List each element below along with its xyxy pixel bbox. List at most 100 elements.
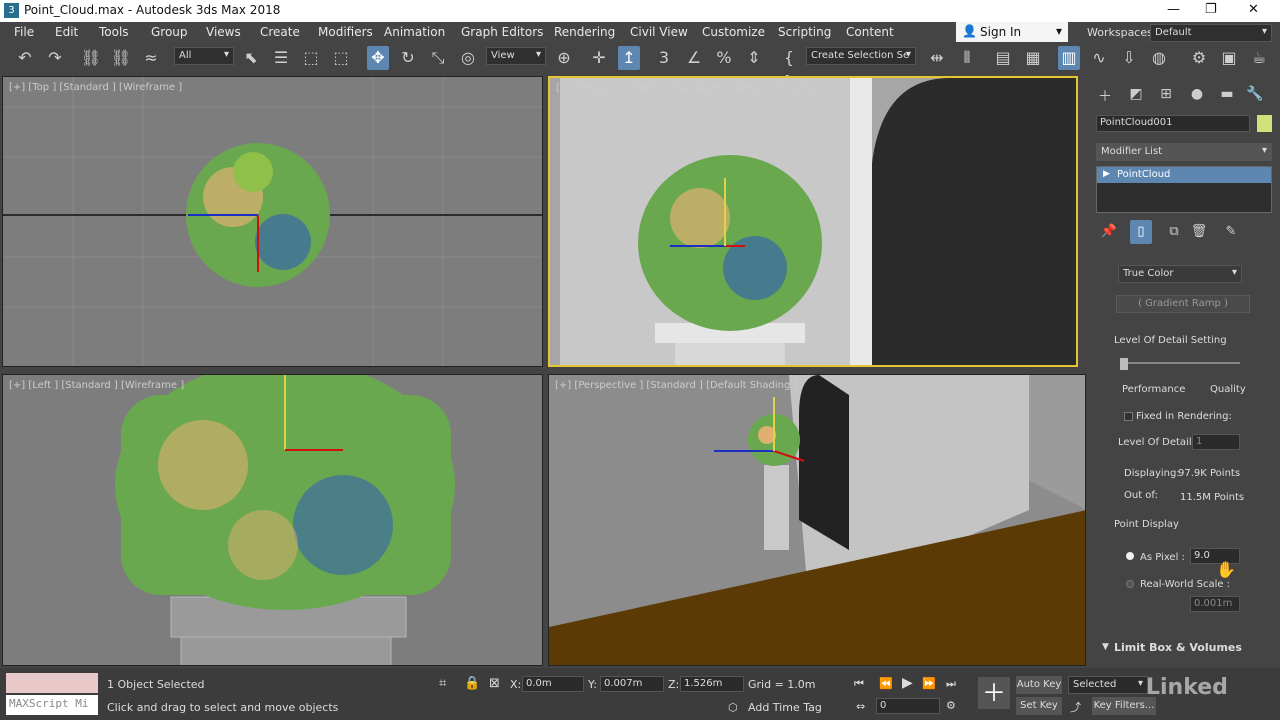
hierarchy-tab-icon[interactable]: ⊞ xyxy=(1155,86,1177,106)
rectangular-selection-icon[interactable]: ⬚ xyxy=(300,46,322,70)
edit-named-selection-icon[interactable]: { } xyxy=(778,46,800,91)
layer-explorer-icon[interactable]: ▦ xyxy=(1022,46,1044,70)
menu-group[interactable]: Group xyxy=(151,25,188,39)
menu-tools[interactable]: Tools xyxy=(99,25,129,39)
real-world-scale-spinner[interactable]: 0.001m xyxy=(1190,596,1240,612)
go-to-end-icon[interactable]: ⏭ xyxy=(946,677,956,691)
render-setup-icon[interactable]: ⚙ xyxy=(1188,46,1210,70)
y-coordinate-field[interactable]: 0.007m xyxy=(600,676,664,692)
scene-explorer-icon[interactable]: ▤ xyxy=(992,46,1014,70)
rotate-icon[interactable]: ↻ xyxy=(397,46,419,70)
z-coordinate-field[interactable]: 1.526m xyxy=(680,676,744,692)
redo-icon[interactable]: ↷ xyxy=(44,46,66,70)
reference-coordinate-dropdown[interactable]: View xyxy=(486,47,546,65)
viewport-perspective-label[interactable]: [+] [Perspective ] [Standard ] [Default … xyxy=(555,380,797,391)
named-selection-sets-dropdown[interactable]: Create Selection Se xyxy=(806,47,916,65)
make-unique-icon[interactable]: ⧉ xyxy=(1163,220,1185,244)
select-object-icon[interactable]: ⬉ xyxy=(240,46,262,70)
menu-rendering[interactable]: Rendering xyxy=(554,25,615,39)
display-tab-icon[interactable]: ▬ xyxy=(1216,86,1238,106)
key-tangent-icon[interactable]: ⤴ xyxy=(1070,699,1081,715)
viewport-perspective[interactable]: [+] [Perspective ] [Standard ] [Default … xyxy=(548,374,1086,666)
mirror-icon[interactable]: ⇹ xyxy=(926,46,948,70)
current-frame-field[interactable]: 0 xyxy=(876,698,940,714)
x-coordinate-field[interactable]: 0.0m xyxy=(522,676,584,692)
schematic-view-icon[interactable]: ⇩ xyxy=(1118,46,1140,70)
previous-frame-icon[interactable]: ⏪ xyxy=(879,677,893,690)
workspaces-dropdown[interactable]: Default xyxy=(1150,24,1272,42)
menu-content[interactable]: Content xyxy=(846,25,894,39)
sign-in-dropdown[interactable]: 👤 Sign In ▾ xyxy=(956,22,1068,42)
create-tab-icon[interactable]: ＋ xyxy=(1094,86,1116,106)
close-icon[interactable]: ✕ xyxy=(1248,2,1259,17)
restore-icon[interactable]: ❐ xyxy=(1205,2,1217,17)
spinner-snap-icon[interactable]: ⇕ xyxy=(743,46,765,70)
key-mode-toggle-icon[interactable]: ⇔ xyxy=(856,700,865,713)
align-icon[interactable]: ⫴ xyxy=(956,46,978,70)
maxscript-listener-top[interactable] xyxy=(6,673,98,693)
scale-icon[interactable]: ⤡ xyxy=(427,46,449,70)
bind-spacewarp-icon[interactable]: ≈ xyxy=(140,46,162,70)
auto-key-button[interactable]: Auto Key xyxy=(1016,676,1062,694)
isolate-selection-icon[interactable]: ⌗ xyxy=(439,676,446,691)
menu-animation[interactable]: Animation xyxy=(384,25,445,39)
rollout-expand-icon[interactable]: ▼ xyxy=(1102,642,1109,652)
menu-file[interactable]: File xyxy=(14,25,34,39)
absolute-mode-icon[interactable]: ⊠ xyxy=(489,676,500,691)
ribbon-toggle-icon[interactable]: ▥ xyxy=(1058,46,1080,70)
render-production-icon[interactable]: ☕ xyxy=(1248,46,1270,70)
viewport-left[interactable]: [+] [Left ] [Standard ] [Wireframe ] xyxy=(2,374,543,666)
real-world-scale-radio[interactable] xyxy=(1126,580,1134,588)
pin-stack-icon[interactable]: 📌 xyxy=(1098,220,1120,244)
limit-box-rollout[interactable]: Limit Box & Volumes xyxy=(1114,641,1242,654)
manipulate-icon[interactable]: ✛ xyxy=(588,46,610,70)
undo-icon[interactable]: ↶ xyxy=(14,46,36,70)
object-color-swatch[interactable] xyxy=(1257,115,1272,132)
menu-modifiers[interactable]: Modifiers xyxy=(318,25,373,39)
modify-tab-icon[interactable]: ◩ xyxy=(1125,86,1147,106)
time-configuration-icon[interactable]: ⚙ xyxy=(946,699,956,712)
move-icon[interactable]: ✥ xyxy=(367,46,389,70)
keyboard-shortcut-icon[interactable]: ↥ xyxy=(618,46,640,70)
modifier-stack-item[interactable]: PointCloud xyxy=(1097,167,1271,183)
expand-arrow-icon[interactable]: ▶ xyxy=(1103,169,1110,179)
minimize-icon[interactable]: — xyxy=(1167,2,1180,17)
menu-graph-editors[interactable]: Graph Editors xyxy=(461,25,543,39)
selection-set-dropdown[interactable]: Selected xyxy=(1068,676,1148,694)
select-by-name-icon[interactable]: ☰ xyxy=(270,46,292,70)
menu-edit[interactable]: Edit xyxy=(55,25,78,39)
pivot-center-icon[interactable]: ⊕ xyxy=(553,46,575,70)
modifier-list-dropdown[interactable]: Modifier List xyxy=(1096,143,1272,161)
percent-snap-icon[interactable]: % xyxy=(713,46,735,70)
material-editor-icon[interactable]: ◍ xyxy=(1148,46,1170,70)
link-icon[interactable]: ⛓ xyxy=(80,46,102,70)
configure-modifier-sets-icon[interactable]: ✎ xyxy=(1220,220,1242,244)
maxscript-mini-listener[interactable]: MAXScript Mi xyxy=(6,695,98,715)
unlink-icon[interactable]: ⛓ xyxy=(110,46,132,70)
rendered-frame-window-icon[interactable]: ▣ xyxy=(1218,46,1240,70)
curve-editor-icon[interactable]: ∿ xyxy=(1088,46,1110,70)
viewport-top[interactable]: [+] [Top ] [Standard ] [Wireframe ] xyxy=(2,76,543,367)
selection-filter-dropdown[interactable]: All xyxy=(174,47,234,65)
menu-views[interactable]: Views xyxy=(206,25,241,39)
menu-create[interactable]: Create xyxy=(260,25,300,39)
fixed-rendering-checkbox[interactable] xyxy=(1124,412,1133,421)
menu-customize[interactable]: Customize xyxy=(702,25,765,39)
time-tag-icon[interactable]: ⬡ xyxy=(728,701,738,714)
menu-civil-view[interactable]: Civil View xyxy=(630,25,688,39)
go-to-start-icon[interactable]: ⏮ xyxy=(854,677,864,691)
next-frame-icon[interactable]: ⏩ xyxy=(922,677,936,690)
menu-scripting[interactable]: Scripting xyxy=(778,25,831,39)
lod-slider-handle[interactable] xyxy=(1120,358,1128,370)
as-pixel-radio[interactable] xyxy=(1126,552,1134,560)
set-key-big-icon[interactable]: ＋ xyxy=(978,677,1010,709)
viewport-left-label[interactable]: [+] [Left ] [Standard ] [Wireframe ] xyxy=(9,380,184,391)
play-icon[interactable]: ▶ xyxy=(902,675,913,691)
object-name-field[interactable]: PointCloud001 xyxy=(1096,115,1250,132)
viewport-camera-label[interactable]: [+] [PhysCamera001 ] [Standard ] [Defaul… xyxy=(556,83,822,94)
snaps-toggle-icon[interactable]: 3 xyxy=(653,46,675,70)
gradient-ramp-button[interactable]: ( Gradient Ramp ) xyxy=(1116,295,1250,313)
viewport-camera[interactable]: [+] [PhysCamera001 ] [Standard ] [Defaul… xyxy=(548,76,1078,367)
show-end-result-icon[interactable]: ▯ xyxy=(1130,220,1152,244)
add-time-tag[interactable]: Add Time Tag xyxy=(748,701,822,714)
